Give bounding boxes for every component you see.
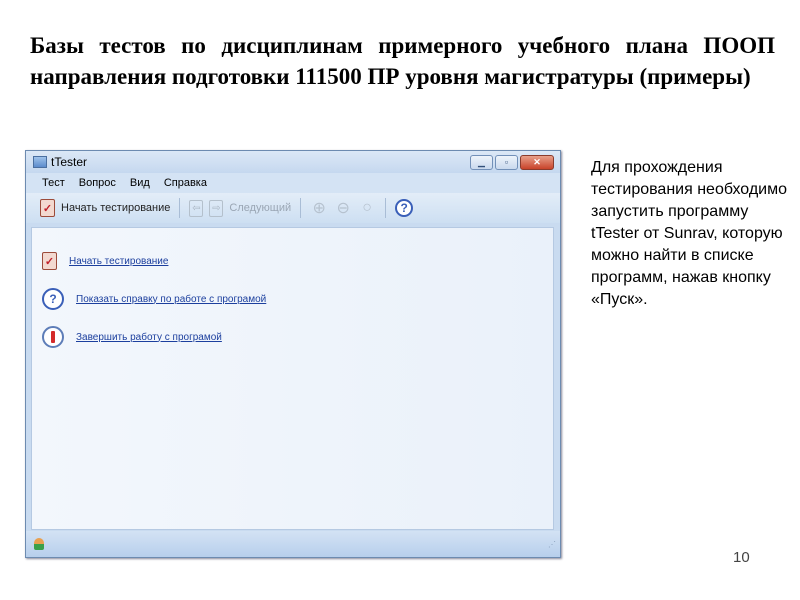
maximize-button[interactable]: ▫	[495, 154, 518, 170]
next-button[interactable]: Следующий	[229, 202, 291, 214]
close-button[interactable]: ✕	[520, 154, 554, 170]
user-icon	[34, 538, 44, 550]
resize-grip[interactable]: ⋰	[548, 540, 556, 549]
clipboard-check-icon[interactable]: ✓	[40, 199, 55, 217]
start-test-link[interactable]: Начать тестирование	[69, 256, 168, 267]
menu-bar: Тест Вопрос Вид Справка	[26, 173, 560, 193]
help-link-row: ? Показать справку по работе с програмой	[42, 288, 266, 310]
zoom-reset-icon[interactable]: ○	[358, 199, 376, 217]
ttester-window: tTester ▁ ▫ ✕ Тест Вопрос Вид Справка ✓ …	[25, 150, 561, 558]
clipboard-check-icon: ✓	[42, 252, 57, 270]
show-help-link[interactable]: Показать справку по работе с програмой	[76, 294, 266, 305]
start-test-button[interactable]: Начать тестирование	[61, 202, 170, 214]
start-link-row: ✓ Начать тестирование	[42, 252, 168, 270]
minimize-button[interactable]: ▁	[470, 154, 493, 170]
menu-view[interactable]: Вид	[130, 177, 150, 189]
zoom-in-icon[interactable]: ⊕	[310, 199, 328, 217]
slide-title: Базы тестов по дисциплинам примерного уч…	[30, 33, 775, 89]
exit-link-row: Завершить работу с програмой	[42, 326, 222, 348]
next-icon[interactable]: ⇨	[209, 199, 224, 217]
app-icon	[33, 156, 47, 168]
exclamation-icon	[42, 326, 64, 348]
toolbar: ✓ Начать тестирование ⇦ ⇨ Следующий ⊕ ⊖ …	[26, 193, 560, 223]
title-bar: tTester ▁ ▫ ✕	[26, 151, 560, 173]
status-bar: ⋰	[26, 531, 560, 557]
separator	[300, 198, 302, 218]
page-number: 10	[733, 549, 750, 566]
previous-icon[interactable]: ⇦	[189, 199, 204, 217]
separator	[179, 198, 181, 218]
help-icon: ?	[42, 288, 64, 310]
separator	[385, 198, 387, 218]
content-area: ✓ Начать тестирование ? Показать справку…	[31, 227, 554, 530]
zoom-out-icon[interactable]: ⊖	[334, 199, 352, 217]
slide-description: Для прохождения тестирования необходимо …	[591, 159, 788, 308]
menu-help[interactable]: Справка	[164, 177, 207, 189]
menu-test[interactable]: Тест	[42, 177, 65, 189]
exit-link[interactable]: Завершить работу с програмой	[76, 332, 222, 343]
menu-question[interactable]: Вопрос	[79, 177, 116, 189]
help-icon[interactable]: ?	[395, 199, 414, 217]
window-title: tTester	[51, 155, 88, 169]
